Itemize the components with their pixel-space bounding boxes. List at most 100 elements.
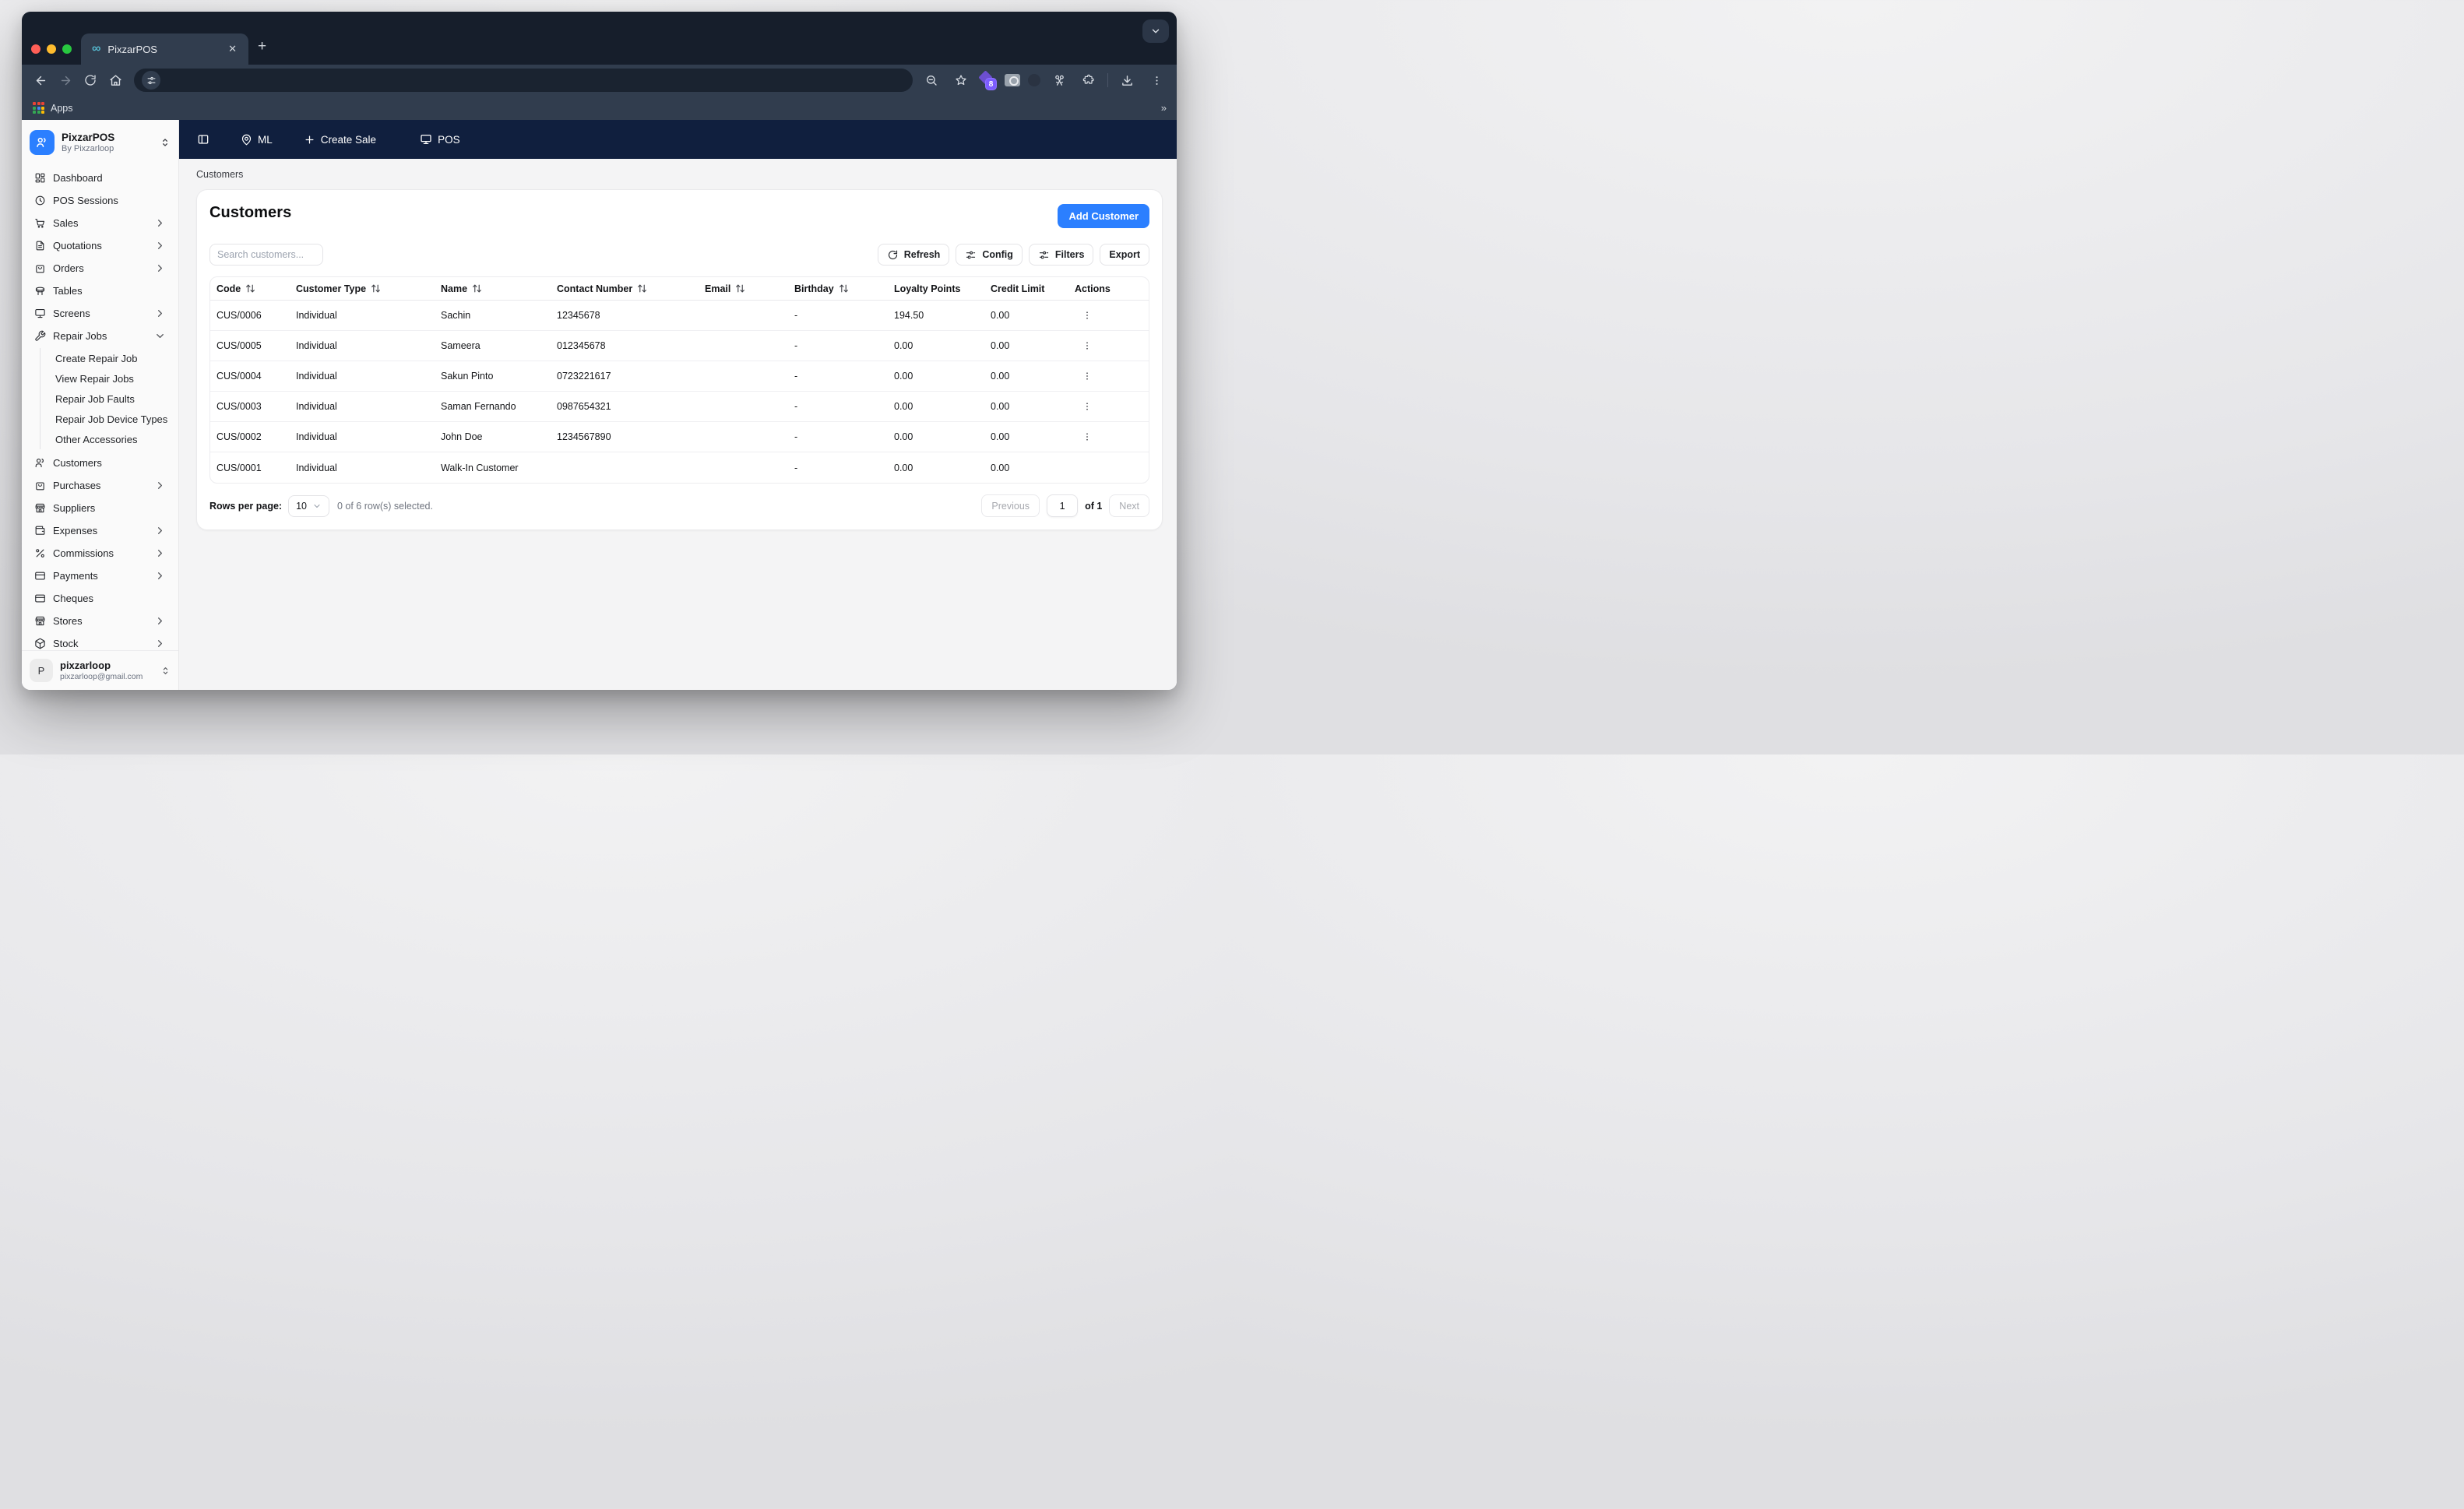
- column-header-customer-type[interactable]: Customer Type: [296, 283, 441, 294]
- bookmark-star-icon[interactable]: [950, 69, 972, 91]
- zoom-window-button[interactable]: [62, 44, 72, 54]
- forward-button[interactable]: [55, 69, 76, 91]
- sidebar-item-orders[interactable]: Orders: [28, 257, 172, 280]
- bookmarks-overflow-icon[interactable]: »: [1161, 102, 1166, 114]
- row-actions-menu-button[interactable]: [1078, 336, 1096, 355]
- sidebar-item-stock[interactable]: Stock: [28, 632, 172, 650]
- downloads-icon[interactable]: [1116, 69, 1138, 91]
- sidebar-toggle-button[interactable]: [190, 128, 216, 151]
- sidebar-item-label: Quotations: [53, 240, 147, 252]
- sidebar-item-expenses[interactable]: Expenses: [28, 519, 172, 542]
- config-button-label: Config: [982, 249, 1013, 260]
- reload-button[interactable]: [79, 69, 101, 91]
- disabled-extension-icon[interactable]: [1028, 74, 1040, 86]
- row-actions-menu-button[interactable]: [1078, 397, 1096, 416]
- home-button[interactable]: [104, 69, 126, 91]
- minimize-window-button[interactable]: [47, 44, 56, 54]
- previous-page-button[interactable]: Previous: [981, 494, 1040, 517]
- zoom-out-icon[interactable]: [920, 69, 942, 91]
- back-button[interactable]: [30, 69, 51, 91]
- table-row[interactable]: CUS/0005IndividualSameera012345678-0.000…: [210, 331, 1149, 361]
- sidebar-item-purchases[interactable]: Purchases: [28, 474, 172, 497]
- cell-loyalty-points: 0.00: [894, 371, 991, 382]
- cell-contact-number: 12345678: [557, 310, 705, 321]
- export-button[interactable]: Export: [1100, 244, 1149, 266]
- chevron-down-icon: [1150, 26, 1161, 37]
- create-sale-button[interactable]: Create Sale: [297, 128, 383, 151]
- column-header-contact-number[interactable]: Contact Number: [557, 283, 705, 294]
- config-button[interactable]: Config: [956, 244, 1023, 266]
- sidebar-item-customers[interactable]: Customers: [28, 452, 172, 474]
- sidebar-item-sales[interactable]: Sales: [28, 212, 172, 234]
- sidebar-subitem-create-repair-job[interactable]: Create Repair Job: [51, 348, 172, 368]
- column-header-actions: Actions: [1075, 283, 1142, 294]
- table-row[interactable]: CUS/0001IndividualWalk-In Customer-0.000…: [210, 452, 1149, 483]
- browser-tab[interactable]: ∞ PixzarPOS ✕: [81, 33, 248, 65]
- password-manager-icon[interactable]: [1048, 69, 1070, 91]
- sidebar-item-dashboard[interactable]: Dashboard: [28, 167, 172, 189]
- address-bar[interactable]: [134, 69, 913, 92]
- extension-badge-count: 8: [985, 78, 997, 90]
- sidebar-item-payments[interactable]: Payments: [28, 565, 172, 587]
- sidebar-item-cheques[interactable]: Cheques: [28, 587, 172, 610]
- sidebar-item-tables[interactable]: Tables: [28, 280, 172, 302]
- next-page-button[interactable]: Next: [1109, 494, 1149, 517]
- sidebar-item-screens[interactable]: Screens: [28, 302, 172, 325]
- row-actions-menu-button[interactable]: [1078, 427, 1096, 446]
- panel-left-icon: [197, 133, 209, 146]
- search-input[interactable]: [209, 244, 323, 266]
- extensions-puzzle-icon[interactable]: [1078, 69, 1100, 91]
- toolbar-right-icons: 8: [920, 69, 1169, 91]
- table-row[interactable]: CUS/0002IndividualJohn Doe1234567890-0.0…: [210, 422, 1149, 452]
- column-header-code[interactable]: Code: [216, 283, 296, 294]
- close-window-button[interactable]: [31, 44, 40, 54]
- sidebar-item-commissions[interactable]: Commissions: [28, 542, 172, 565]
- table-row[interactable]: CUS/0006IndividualSachin12345678-194.500…: [210, 301, 1149, 331]
- column-label: Actions: [1075, 283, 1111, 294]
- sidebar-subitem-repair-job-faults[interactable]: Repair Job Faults: [51, 389, 172, 409]
- add-customer-button[interactable]: Add Customer: [1058, 204, 1149, 228]
- filters-button[interactable]: Filters: [1029, 244, 1094, 266]
- sidebar-item-label: Customers: [53, 457, 166, 469]
- pos-button[interactable]: POS: [413, 128, 467, 151]
- org-switcher[interactable]: PixzarPOS By Pixzarloop: [22, 120, 178, 164]
- location-selector[interactable]: ML: [234, 128, 280, 151]
- page-count-label: of 1: [1085, 501, 1102, 512]
- new-tab-button[interactable]: +: [248, 33, 276, 65]
- column-header-email[interactable]: Email: [705, 283, 794, 294]
- sidebar-subitem-other-accessories[interactable]: Other Accessories: [51, 429, 172, 449]
- row-actions-menu-button[interactable]: [1078, 306, 1096, 325]
- browser-menu-icon[interactable]: [1146, 69, 1167, 91]
- tab-search-button[interactable]: [1142, 19, 1169, 43]
- sidebar-item-stores[interactable]: Stores: [28, 610, 172, 632]
- site-settings-icon[interactable]: [142, 71, 160, 90]
- sidebar-item-suppliers[interactable]: Suppliers: [28, 497, 172, 519]
- sidebar-item-pos-sessions[interactable]: POS Sessions: [28, 189, 172, 212]
- sidebar-item-repair-jobs[interactable]: Repair Jobs: [28, 325, 172, 347]
- sliders-icon: [1038, 249, 1050, 261]
- refresh-button[interactable]: Refresh: [878, 244, 950, 266]
- chevron-right-icon: [154, 240, 166, 252]
- table-footer: Rows per page: 10 0 of 6 row(s) selected…: [209, 494, 1149, 517]
- page-number-input[interactable]: [1047, 494, 1078, 517]
- sidebar-item-label: Payments: [53, 570, 147, 582]
- column-header-name[interactable]: Name: [441, 283, 557, 294]
- tab-close-icon[interactable]: ✕: [224, 41, 241, 57]
- breadcrumb[interactable]: Customers: [179, 159, 1177, 188]
- table-row[interactable]: CUS/0004IndividualSakun Pinto0723221617-…: [210, 361, 1149, 392]
- sidebar-subitem-view-repair-jobs[interactable]: View Repair Jobs: [51, 368, 172, 389]
- row-actions-menu-button[interactable]: [1078, 367, 1096, 385]
- user-name: pixzarloop: [60, 660, 153, 671]
- user-menu[interactable]: P pixzarloop pixzarloop@gmail.com: [22, 650, 178, 690]
- sidebar-item-quotations[interactable]: Quotations: [28, 234, 172, 257]
- rows-per-page-select[interactable]: 10: [288, 495, 329, 517]
- column-header-birthday[interactable]: Birthday: [794, 283, 894, 294]
- app-navbar: ML Create Sale POS: [179, 120, 1177, 159]
- cell-customer-type: Individual: [296, 371, 441, 382]
- wrench-icon: [34, 330, 46, 342]
- extension-badge[interactable]: 8: [980, 72, 997, 89]
- sidebar-subitem-repair-job-device-types[interactable]: Repair Job Device Types: [51, 409, 172, 429]
- camera-extension-icon[interactable]: [1005, 74, 1020, 86]
- bookmarks-apps-label[interactable]: Apps: [51, 103, 73, 114]
- table-row[interactable]: CUS/0003IndividualSaman Fernando09876543…: [210, 392, 1149, 422]
